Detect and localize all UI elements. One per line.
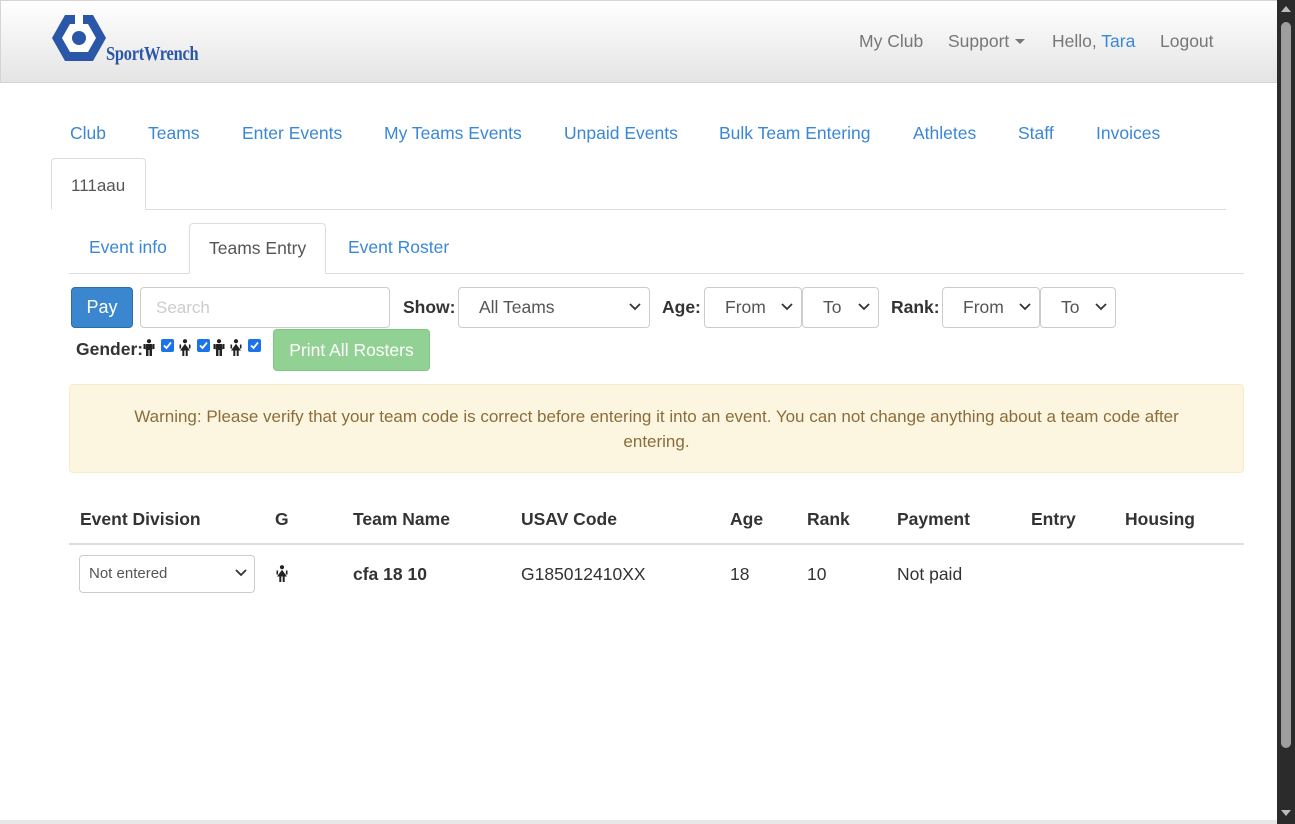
payment-cell: Not paid (897, 564, 963, 584)
event-division-select[interactable]: Not entered (79, 555, 255, 593)
main-tabs-divider (51, 209, 1226, 210)
show-select-value: All Teams (479, 297, 555, 317)
scroll-down-arrow-icon[interactable] (1281, 810, 1291, 816)
chevron-down-icon (235, 569, 247, 577)
check-icon (199, 341, 208, 350)
pay-button[interactable]: Pay (71, 287, 133, 328)
tab-bulk-team-entering[interactable]: Bulk Team Entering (719, 123, 870, 144)
tab-event-info[interactable]: Event info (89, 237, 167, 258)
column-header-gender: G (275, 509, 289, 529)
age-to-value: To (823, 297, 842, 317)
chevron-down-icon (781, 303, 793, 311)
rank-label: Rank: (891, 297, 940, 317)
tab-invoices[interactable]: Invoices (1096, 123, 1160, 144)
tab-club[interactable]: Club (70, 123, 106, 144)
age-to-select[interactable]: To (802, 287, 879, 328)
column-header-payment: Payment (897, 509, 970, 529)
tab-unpaid-events[interactable]: Unpaid Events (564, 123, 678, 144)
coed-icon (213, 339, 245, 356)
age-label: Age: (662, 297, 701, 317)
caret-down-icon (1015, 39, 1026, 44)
tab-teams[interactable]: Teams (148, 123, 200, 144)
warning-alert: Warning: Please verify that your team co… (69, 384, 1244, 473)
rank-cell: 10 (807, 564, 827, 584)
column-header-usav-code: USAV Code (521, 509, 617, 529)
coed-checkbox[interactable] (248, 339, 261, 352)
support-label: Support (948, 31, 1010, 51)
scrollbar-thumb[interactable] (1281, 22, 1291, 748)
female-checkbox[interactable] (197, 339, 210, 352)
rank-to-value: To (1061, 297, 1080, 317)
tab-staff[interactable]: Staff (1018, 123, 1054, 144)
age-from-select[interactable]: From (704, 287, 802, 328)
chevron-down-icon (1019, 303, 1031, 311)
check-icon (250, 341, 259, 350)
rank-from-value: From (963, 297, 1004, 317)
usav-code-cell: G185012410XX (521, 564, 646, 584)
tab-teams-entry[interactable]: Teams Entry (189, 223, 326, 274)
tab-my-teams-events[interactable]: My Teams Events (384, 123, 522, 144)
chevron-down-icon (858, 303, 870, 311)
female-icon (179, 339, 191, 356)
user-name-link[interactable]: Tara (1101, 31, 1135, 51)
bottom-edge (0, 820, 1277, 824)
team-name-cell[interactable]: cfa 18 10 (353, 564, 427, 585)
age-from-value: From (725, 297, 766, 317)
vertical-scrollbar[interactable] (1277, 0, 1295, 824)
my-club-link[interactable]: My Club (859, 31, 923, 52)
event-division-value: Not entered (89, 565, 168, 582)
rank-to-select[interactable]: To (1040, 287, 1116, 328)
greeting-prefix: Hello, (1052, 31, 1097, 51)
top-navbar: SportWrench My Club Support Hello, Tara … (0, 0, 1277, 83)
column-header-team-name: Team Name (353, 509, 450, 529)
check-icon (163, 341, 172, 350)
rank-from-select[interactable]: From (942, 287, 1040, 328)
male-checkbox[interactable] (161, 339, 174, 352)
age-cell: 18 (730, 564, 750, 584)
tab-athletes[interactable]: Athletes (913, 123, 976, 144)
gender-label: Gender: (76, 339, 144, 359)
support-dropdown[interactable]: Support (948, 31, 1026, 52)
search-input[interactable] (140, 287, 390, 328)
show-label: Show: (403, 297, 456, 317)
female-icon (276, 565, 288, 582)
scroll-up-arrow-icon[interactable] (1281, 6, 1291, 12)
tab-enter-events[interactable]: Enter Events (242, 123, 342, 144)
tab-club-name[interactable]: 111aau (51, 158, 146, 210)
show-select[interactable]: All Teams (458, 287, 650, 328)
column-header-age: Age (730, 509, 764, 529)
print-all-rosters-button[interactable]: Print All Rosters (273, 329, 430, 371)
column-header-entry: Entry (1031, 509, 1076, 529)
male-icon (143, 339, 155, 356)
navbar-right: My Club Support Hello, Tara Logout (1, 31, 1278, 53)
tab-event-roster[interactable]: Event Roster (348, 237, 449, 258)
logout-link[interactable]: Logout (1160, 31, 1214, 52)
table-header-divider (69, 543, 1244, 545)
chevron-down-icon (1095, 303, 1107, 311)
user-greeting: Hello, Tara (1052, 31, 1135, 52)
column-header-rank: Rank (807, 509, 850, 529)
column-header-event-division: Event Division (80, 509, 201, 529)
column-header-housing: Housing (1125, 509, 1195, 529)
chevron-down-icon (629, 303, 641, 311)
